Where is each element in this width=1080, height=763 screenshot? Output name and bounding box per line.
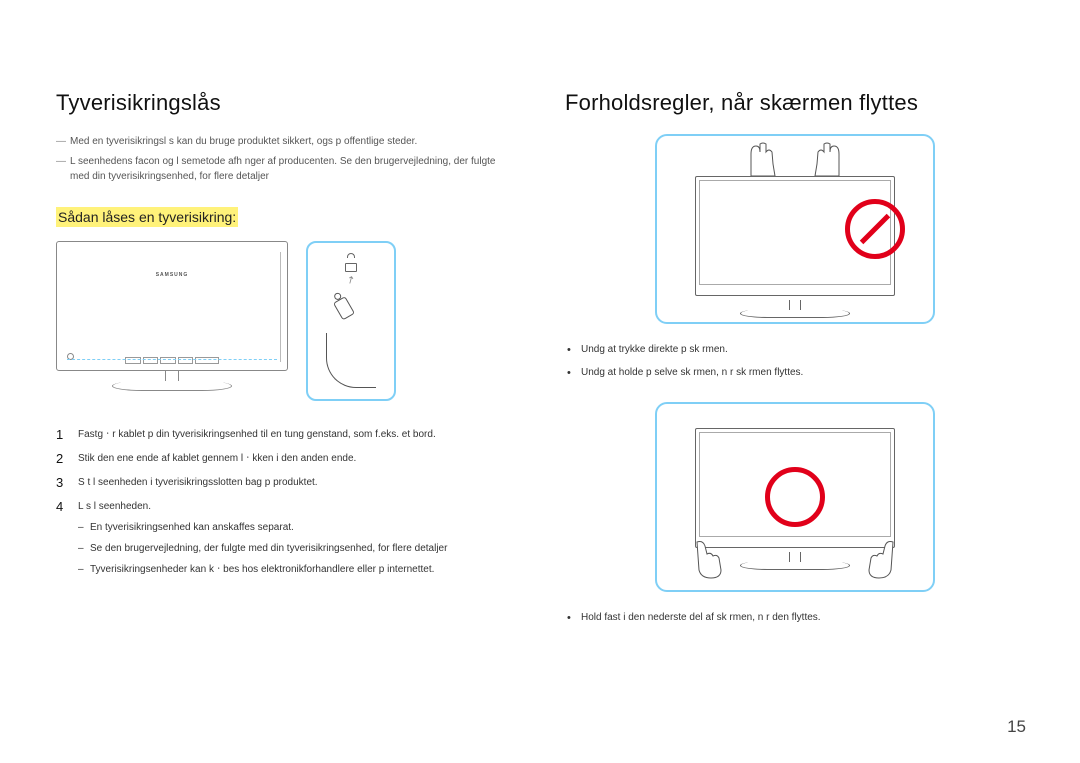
monitor-brand-label: SAMSUNG xyxy=(156,272,189,278)
lock-steps-list: Fastgㆍr kablet p din tyverisikringsenhed… xyxy=(56,423,515,584)
lock-detail-diagram: ↗ xyxy=(306,241,396,401)
step-4-sub-2: Se den brugervejledning, der fulgte med … xyxy=(78,538,515,559)
lock-plug-icon xyxy=(328,291,362,328)
step-1: Fastgㆍr kablet p din tyverisikringsenhed… xyxy=(56,423,515,447)
step-4-sub-3: Tyverisikringsenheder kan kㆍbes hos elek… xyxy=(78,559,515,580)
prohibition-icon xyxy=(845,199,905,259)
hands-on-bottom-icon xyxy=(695,540,895,580)
lock-diagram-row: SAMSUNG ↗ xyxy=(56,241,515,401)
insert-arrow-icon: ↗ xyxy=(345,273,358,287)
left-column: Tyverisikringslås Med en tyverisikringsl… xyxy=(56,90,515,647)
lock-guide-line-icon xyxy=(67,359,277,360)
precaution-1-bullet-1: Undg at trykke direkte p sk rmen. xyxy=(567,338,1024,361)
lock-notes: Med en tyverisikringsl s kan du bruge pr… xyxy=(56,134,515,185)
lock-cable-icon xyxy=(326,333,376,388)
precaution-1-bullet-2: Undg at holde p selve sk rmen, n r sk rm… xyxy=(567,361,1024,384)
lock-slot-icon xyxy=(342,253,360,271)
step-4-subnotes: En tyverisikringsenhed kan anskaffes sep… xyxy=(78,517,515,580)
right-column: Forholdsregler, når skærmen flyttes Undg… xyxy=(565,90,1024,647)
precaution-2-bullet-1: Hold fast i den nederste del af sk rmen,… xyxy=(567,606,1024,629)
lock-note-1: Med en tyverisikringsl s kan du bruge pr… xyxy=(56,134,515,150)
correct-action-circle-icon xyxy=(765,467,825,527)
precaution-diagram-hold-bottom xyxy=(655,402,935,592)
heading-lock: Tyverisikringslås xyxy=(56,90,515,116)
step-4: L s l seenheden. En tyverisikringsenhed … xyxy=(56,495,515,584)
page-number: 15 xyxy=(1007,717,1026,737)
monitor-back-diagram: SAMSUNG xyxy=(56,241,288,401)
heading-precautions: Forholdsregler, når skærmen flyttes xyxy=(565,90,1024,116)
precaution-diagram-dont-touch xyxy=(655,134,935,324)
step-4-sub-1: En tyverisikringsenhed kan anskaffes sep… xyxy=(78,517,515,538)
step-4-text: L s l seenheden. xyxy=(78,501,151,512)
subheading-how-to-lock: Sådan låses en tyverisikring: xyxy=(56,207,238,227)
hands-on-top-icon xyxy=(746,142,844,178)
step-3: S t l seenheden i tyverisikringsslotten … xyxy=(56,471,515,495)
precaution-bullets-1: Undg at trykke direkte p sk rmen. Undg a… xyxy=(567,338,1024,384)
precaution-bullets-2: Hold fast i den nederste del af sk rmen,… xyxy=(567,606,1024,629)
lock-note-2: L seenhedens facon og l semetode afh nge… xyxy=(56,154,515,185)
step-2: Stik den ene ende af kablet gennem lㆍkke… xyxy=(56,447,515,471)
